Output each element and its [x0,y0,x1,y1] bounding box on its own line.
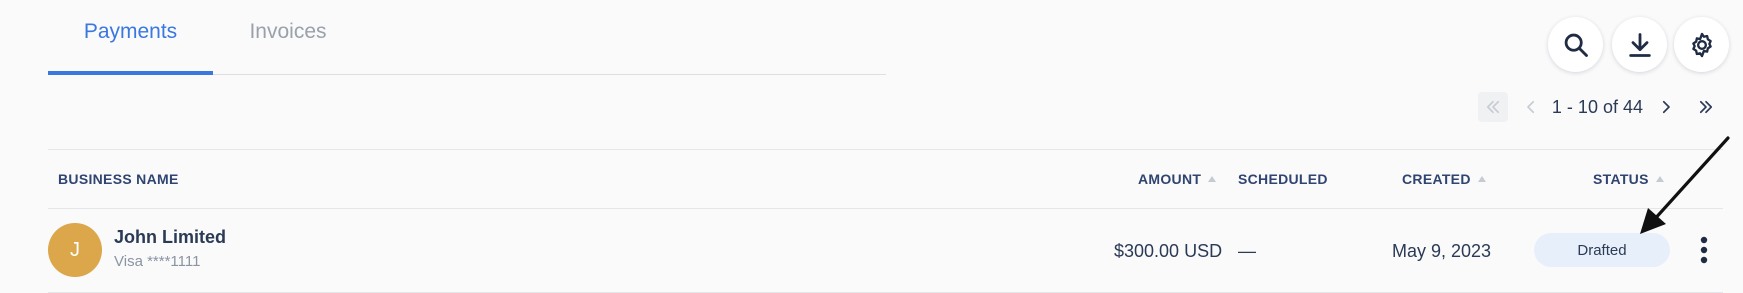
column-header-scheduled: SCHEDULED [1238,171,1328,187]
double-chevron-right-icon [1699,100,1713,114]
row-actions-button[interactable] [1692,231,1716,269]
avatar: J [48,223,102,277]
first-page-button[interactable] [1477,92,1508,122]
double-chevron-left-icon [1486,100,1499,114]
search-icon [1564,33,1588,57]
chevron-left-icon [1527,100,1534,114]
payment-method: Visa ****1111 [114,253,201,270]
tab-invoices-label: Invoices [249,19,327,43]
tab-payments[interactable]: Payments [48,0,213,75]
pagination-range: 1 - 10 of 44 [1551,96,1643,117]
prev-page-button[interactable] [1516,92,1546,122]
column-header-amount[interactable]: AMOUNT [1138,150,1217,208]
tab-payments-label: Payments [83,19,178,43]
status-badge: Drafted [1534,233,1670,267]
table-header: BUSINESS NAME AMOUNT SCHEDULED CREATED S… [48,149,1723,209]
pagination: 1 - 10 of 44 [1477,92,1721,122]
chevron-right-icon [1662,100,1670,114]
last-page-button[interactable] [1691,92,1721,122]
payments-table: BUSINESS NAME AMOUNT SCHEDULED CREATED S… [48,149,1723,293]
created-cell: May 9, 2023 [1392,240,1492,261]
column-header-created[interactable]: CREATED [1402,150,1487,208]
kebab-menu-icon [1700,236,1708,264]
business-name: John Limited [114,227,226,247]
tab-bar: Payments Invoices [48,0,886,75]
scheduled-cell: — [1238,240,1256,261]
column-header-business: BUSINESS NAME [58,171,179,187]
sort-up-icon [1477,176,1486,182]
table-row[interactable]: J John Limited Visa ****1111 $300.00 USD… [48,209,1723,293]
sort-up-icon [1208,176,1217,182]
tab-invoices[interactable]: Invoices [213,0,363,74]
gear-icon [1691,32,1712,57]
payments-page: Payments Invoices 1 - 10 of 44 BUSINESS … [0,0,1743,293]
column-header-status[interactable]: STATUS [1593,150,1665,208]
settings-button[interactable] [1674,17,1729,72]
amount-cell: $300.00 USD [1114,240,1223,261]
download-button[interactable] [1612,17,1667,72]
sort-up-icon [1655,176,1664,182]
search-button[interactable] [1548,17,1603,72]
download-icon [1628,32,1651,57]
next-page-button[interactable] [1651,92,1681,122]
